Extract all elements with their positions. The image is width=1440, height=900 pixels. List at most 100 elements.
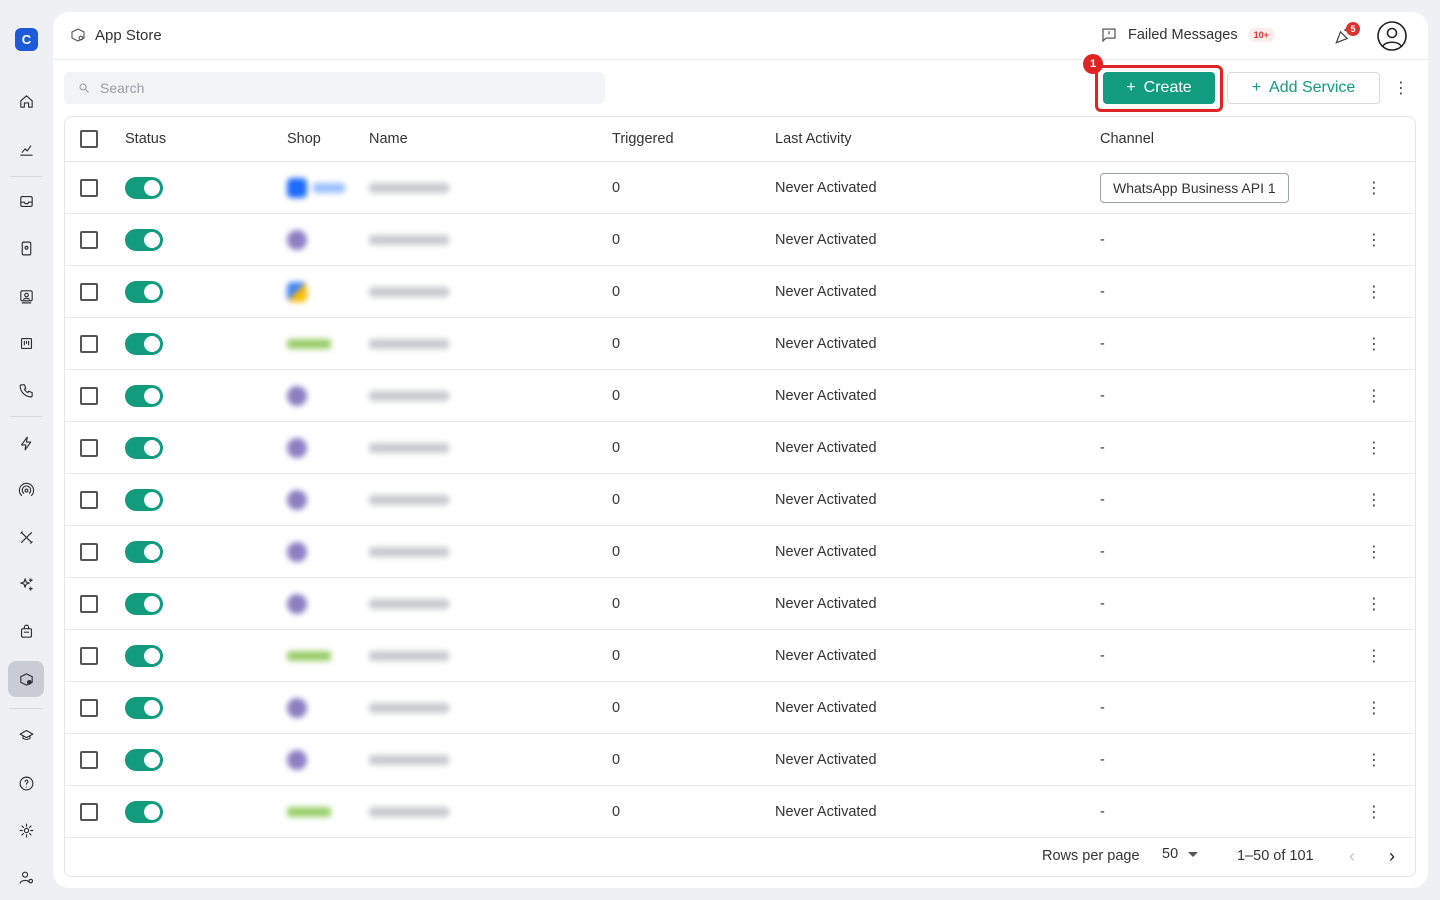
status-toggle[interactable] <box>125 526 163 578</box>
chevron-left-icon[interactable]: ‹ <box>1342 846 1362 867</box>
table-row[interactable]: 0 Never Activated - ⋮ <box>65 474 1415 526</box>
row-more-options-icon[interactable]: ⋮ <box>1366 318 1382 370</box>
row-checkbox[interactable] <box>80 578 98 630</box>
row-checkbox[interactable] <box>80 318 98 370</box>
inbox-icon[interactable] <box>8 183 44 219</box>
row-checkbox[interactable] <box>80 370 98 422</box>
status-toggle[interactable] <box>125 578 163 630</box>
apps-table: Status Shop Name Triggered Last Activity… <box>64 116 1416 877</box>
row-more-options-icon[interactable]: ⋮ <box>1366 578 1382 630</box>
table-row[interactable]: 0 Never Activated - ⋮ <box>65 682 1415 734</box>
ai-sparkle-icon[interactable] <box>8 566 44 602</box>
contact-card-icon[interactable] <box>8 230 44 266</box>
user-settings-icon[interactable] <box>8 859 44 895</box>
status-toggle[interactable] <box>125 630 163 682</box>
status-toggle[interactable] <box>125 266 163 318</box>
row-checkbox[interactable] <box>80 682 98 734</box>
phone-icon[interactable] <box>8 372 44 408</box>
table-row[interactable]: 0 Never Activated - ⋮ <box>65 214 1415 266</box>
automation-icon[interactable] <box>8 425 44 461</box>
status-toggle[interactable] <box>125 162 163 214</box>
channel-cell: - <box>1100 786 1105 838</box>
search-input[interactable] <box>100 80 580 96</box>
table-row[interactable]: 0 Never Activated - ⋮ <box>65 370 1415 422</box>
row-more-options-icon[interactable]: ⋮ <box>1366 162 1382 214</box>
brand-logo[interactable]: C <box>15 28 38 51</box>
status-toggle[interactable] <box>125 214 163 266</box>
status-toggle[interactable] <box>125 422 163 474</box>
select-all-checkbox[interactable] <box>80 130 98 148</box>
row-checkbox[interactable] <box>80 214 98 266</box>
row-checkbox[interactable] <box>80 422 98 474</box>
row-more-options-icon[interactable]: ⋮ <box>1366 786 1382 838</box>
row-more-options-icon[interactable]: ⋮ <box>1366 422 1382 474</box>
column-header-triggered[interactable]: Triggered <box>612 131 674 147</box>
main-panel: App Store Failed Messages 10+ 5 1 + Crea… <box>53 12 1428 888</box>
status-toggle[interactable] <box>125 474 163 526</box>
add-service-button[interactable]: + Add Service <box>1227 72 1380 104</box>
table-row[interactable]: 0 Never Activated - ⋮ <box>65 630 1415 682</box>
table-row[interactable]: 0 Never Activated - ⋮ <box>65 318 1415 370</box>
last-activity: Never Activated <box>775 284 877 300</box>
broadcast-icon[interactable] <box>8 472 44 508</box>
column-header-name[interactable]: Name <box>369 131 408 147</box>
analytics-icon[interactable] <box>8 131 44 167</box>
table-row[interactable]: 0 Never Activated - ⋮ <box>65 734 1415 786</box>
row-checkbox[interactable] <box>80 474 98 526</box>
home-icon[interactable] <box>8 83 44 119</box>
failed-messages-button[interactable]: Failed Messages 10+ <box>1100 26 1275 44</box>
search-bar[interactable] <box>64 72 605 104</box>
contacts-icon[interactable] <box>8 278 44 314</box>
row-more-options-icon[interactable]: ⋮ <box>1366 734 1382 786</box>
column-header-status[interactable]: Status <box>125 131 166 147</box>
column-header-channel[interactable]: Channel <box>1100 131 1154 147</box>
board-icon[interactable] <box>8 325 44 361</box>
tools-icon[interactable] <box>8 519 44 555</box>
help-icon[interactable] <box>8 765 44 801</box>
top-bar: App Store Failed Messages 10+ 5 <box>53 12 1428 60</box>
column-header-shop[interactable]: Shop <box>287 131 321 147</box>
row-checkbox[interactable] <box>80 786 98 838</box>
row-checkbox[interactable] <box>80 526 98 578</box>
column-header-last-activity[interactable]: Last Activity <box>775 131 852 147</box>
row-more-options-icon[interactable]: ⋮ <box>1366 474 1382 526</box>
status-toggle[interactable] <box>125 682 163 734</box>
table-row[interactable]: 0 Never Activated - ⋮ <box>65 578 1415 630</box>
table-row[interactable]: 0 Never Activated - ⋮ <box>65 266 1415 318</box>
table-row[interactable]: 0 Never Activated - ⋮ <box>65 422 1415 474</box>
user-avatar[interactable] <box>1376 20 1408 52</box>
status-toggle[interactable] <box>125 786 163 838</box>
table-row[interactable]: 0 Never Activated - ⋮ <box>65 526 1415 578</box>
channel-chip[interactable]: WhatsApp Business API 1 <box>1100 173 1289 203</box>
row-more-options-icon[interactable]: ⋮ <box>1366 214 1382 266</box>
table-row[interactable]: 0 Never Activated WhatsApp Business API … <box>65 162 1415 214</box>
row-more-options-icon[interactable]: ⋮ <box>1366 526 1382 578</box>
row-more-options-icon[interactable]: ⋮ <box>1366 370 1382 422</box>
shop-logo <box>287 266 307 318</box>
create-button[interactable]: + Create <box>1103 72 1215 104</box>
more-options-icon[interactable]: ⋮ <box>1393 76 1409 100</box>
user-circle-icon <box>1377 21 1407 51</box>
academy-icon[interactable] <box>8 717 44 753</box>
row-checkbox[interactable] <box>80 630 98 682</box>
channel-value: - <box>1100 596 1105 612</box>
triggered-count: 0 <box>612 180 621 196</box>
shop-bag-icon[interactable] <box>8 613 44 649</box>
notifications-button[interactable]: 5 <box>1331 22 1360 48</box>
status-toggle[interactable] <box>125 734 163 786</box>
status-toggle[interactable] <box>125 370 163 422</box>
message-alert-icon <box>1102 28 1116 43</box>
status-toggle[interactable] <box>125 318 163 370</box>
row-checkbox[interactable] <box>80 162 98 214</box>
table-pagination: Rows per page 50 1–50 of 101 ‹ › <box>65 836 1415 876</box>
row-checkbox[interactable] <box>80 734 98 786</box>
chevron-right-icon[interactable]: › <box>1382 846 1402 867</box>
row-checkbox[interactable] <box>80 266 98 318</box>
rows-per-page-select[interactable]: 50 <box>1162 846 1199 862</box>
row-more-options-icon[interactable]: ⋮ <box>1366 266 1382 318</box>
app-store-icon[interactable] <box>8 661 44 697</box>
row-more-options-icon[interactable]: ⋮ <box>1366 630 1382 682</box>
settings-icon[interactable] <box>8 812 44 848</box>
row-more-options-icon[interactable]: ⋮ <box>1366 682 1382 734</box>
table-row[interactable]: 0 Never Activated - ⋮ <box>65 786 1415 838</box>
